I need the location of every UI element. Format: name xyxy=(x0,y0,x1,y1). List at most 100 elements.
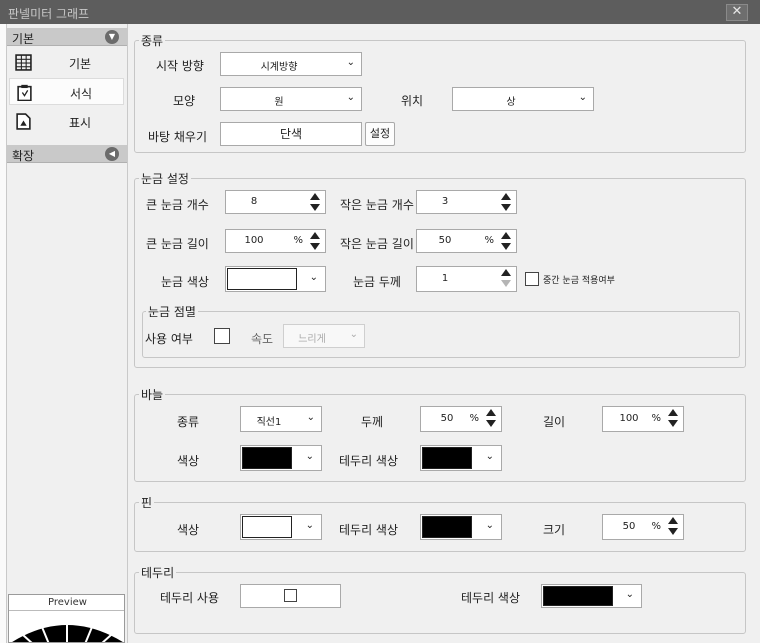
tick-color-select[interactable]: ⌄ xyxy=(225,266,326,292)
sidebar-item-basic[interactable]: 기본 xyxy=(9,49,124,76)
pin-color-label: 색상 xyxy=(177,523,200,537)
sidebar-item-label: 표시 xyxy=(69,116,92,130)
chevron-down-icon: ⌄ xyxy=(485,451,494,462)
color-swatch xyxy=(422,516,472,538)
preview-label: Preview xyxy=(9,597,124,611)
needle-length-value: 100 xyxy=(619,413,639,424)
needle-border-color-select[interactable]: ⌄ xyxy=(420,445,502,471)
position-select[interactable]: 상 ⌄ xyxy=(452,87,594,111)
needle-thickness-stepper[interactable]: 50 % xyxy=(420,406,502,432)
unit-label: % xyxy=(651,521,661,532)
shape-label: 모양 xyxy=(173,94,196,108)
chevron-down-icon: ⌄ xyxy=(346,92,355,103)
minor-length-value: 50 xyxy=(438,235,452,246)
fill-settings-button[interactable]: 설정 xyxy=(365,122,395,146)
clipboard-icon xyxy=(17,84,32,101)
fill-value-field[interactable]: 단색 xyxy=(220,122,362,146)
group-blink xyxy=(142,311,740,358)
shape-value: 원 xyxy=(274,97,284,108)
major-count-stepper[interactable]: 8 xyxy=(225,190,326,214)
needle-length-stepper[interactable]: 100 % xyxy=(602,406,684,432)
needle-border-color-label: 테두리 색상 xyxy=(339,454,399,468)
unit-label: % xyxy=(484,235,494,246)
blink-speed-value: 느리게 xyxy=(298,334,326,345)
needle-color-select[interactable]: ⌄ xyxy=(240,445,322,471)
tick-color-label: 눈금 색상 xyxy=(161,275,209,289)
meter-preview-graphic xyxy=(12,623,123,642)
chevron-down-icon: ⌄ xyxy=(305,520,314,531)
sidebar-item-label: 서식 xyxy=(70,87,93,101)
needle-color-label: 색상 xyxy=(177,454,200,468)
spinner[interactable] xyxy=(309,192,323,212)
major-length-stepper[interactable]: 100 % xyxy=(225,229,326,253)
fill-label: 바탕 채우기 xyxy=(148,130,208,144)
pin-border-color-select[interactable]: ⌄ xyxy=(420,514,502,540)
pin-size-stepper[interactable]: 50 % xyxy=(602,514,684,540)
grid-icon xyxy=(15,54,32,71)
preview-panel: Preview xyxy=(8,594,125,643)
group-border-title: 테두리 xyxy=(139,564,177,581)
window-title: 판넬미터 그래프 xyxy=(8,7,90,21)
group-blink-title: 눈금 점멸 xyxy=(146,303,198,320)
collapse-icon[interactable]: ▼ xyxy=(105,30,119,44)
minor-length-stepper[interactable]: 50 % xyxy=(416,229,517,253)
chevron-down-icon: ⌄ xyxy=(625,589,634,600)
sidebar-item-format[interactable]: 서식 xyxy=(9,78,124,105)
border-use-field[interactable] xyxy=(240,584,341,608)
major-length-value: 100 xyxy=(244,235,264,246)
group-header-ext[interactable]: 확장 ◀ xyxy=(7,145,127,163)
spinner[interactable] xyxy=(309,231,323,251)
pin-size-label: 크기 xyxy=(543,523,566,537)
major-count-value: 8 xyxy=(250,196,258,207)
major-count-label: 큰 눈금 개수 xyxy=(146,198,209,212)
unit-label: % xyxy=(469,413,479,424)
sidebar-item-display[interactable]: 표시 xyxy=(9,108,124,135)
tick-thickness-value: 1 xyxy=(441,273,449,284)
blink-use-checkbox[interactable] xyxy=(214,328,230,344)
start-direction-label: 시작 방향 xyxy=(156,59,204,73)
color-swatch xyxy=(242,447,292,469)
minor-count-value: 3 xyxy=(441,196,449,207)
spinner[interactable] xyxy=(500,192,514,212)
blink-speed-select[interactable]: 느리게 ⌄ xyxy=(283,324,365,348)
chevron-down-icon: ⌄ xyxy=(305,451,314,462)
group-header-ext-label: 확장 xyxy=(12,149,35,163)
close-button[interactable]: ✕ xyxy=(726,4,748,21)
major-length-label: 큰 눈금 길이 xyxy=(146,237,209,251)
group-header-basic[interactable]: 기본 ▼ xyxy=(7,28,127,46)
sidebar-item-label: 기본 xyxy=(69,57,92,71)
needle-type-select[interactable]: 직선1 ⌄ xyxy=(240,406,322,432)
tick-thickness-stepper[interactable]: 1 xyxy=(416,266,517,292)
group-header-basic-label: 기본 xyxy=(12,32,35,46)
mid-tick-checkbox[interactable] xyxy=(525,272,539,286)
needle-thickness-label: 두께 xyxy=(361,415,384,429)
position-label: 위치 xyxy=(401,94,424,108)
spinner[interactable] xyxy=(485,408,499,428)
mid-tick-label: 중간 눈금 적용여부 xyxy=(543,276,615,286)
tick-thickness-label: 눈금 두께 xyxy=(353,275,401,289)
border-color-select[interactable]: ⌄ xyxy=(541,584,642,608)
chevron-down-icon: ⌄ xyxy=(306,412,315,423)
group-ticks-title: 눈금 설정 xyxy=(139,170,191,187)
pin-size-value: 50 xyxy=(622,521,636,532)
pin-border-color-label: 테두리 색상 xyxy=(339,523,399,537)
minor-count-label: 작은 눈금 개수 xyxy=(340,198,414,212)
unit-label: % xyxy=(293,235,303,246)
shape-select[interactable]: 원 ⌄ xyxy=(220,87,362,111)
spinner[interactable] xyxy=(667,516,681,536)
needle-type-value: 직선1 xyxy=(256,417,282,428)
border-use-checkbox[interactable] xyxy=(284,589,297,602)
needle-thickness-value: 50 xyxy=(440,413,454,424)
sidebar: 기본 ▼ 기본 서식 표시 확장 ◀ xyxy=(7,24,128,643)
blink-use-label: 사용 여부 xyxy=(145,332,193,346)
spinner[interactable] xyxy=(667,408,681,428)
spinner[interactable] xyxy=(500,268,514,288)
pin-color-select[interactable]: ⌄ xyxy=(240,514,322,540)
expand-icon[interactable]: ◀ xyxy=(105,147,119,161)
position-value: 상 xyxy=(506,97,516,108)
minor-count-stepper[interactable]: 3 xyxy=(416,190,517,214)
chevron-down-icon: ⌄ xyxy=(349,329,358,340)
group-pin-title: 핀 xyxy=(139,494,155,511)
start-direction-select[interactable]: 시계방향 ⌄ xyxy=(220,52,362,76)
spinner[interactable] xyxy=(500,231,514,251)
